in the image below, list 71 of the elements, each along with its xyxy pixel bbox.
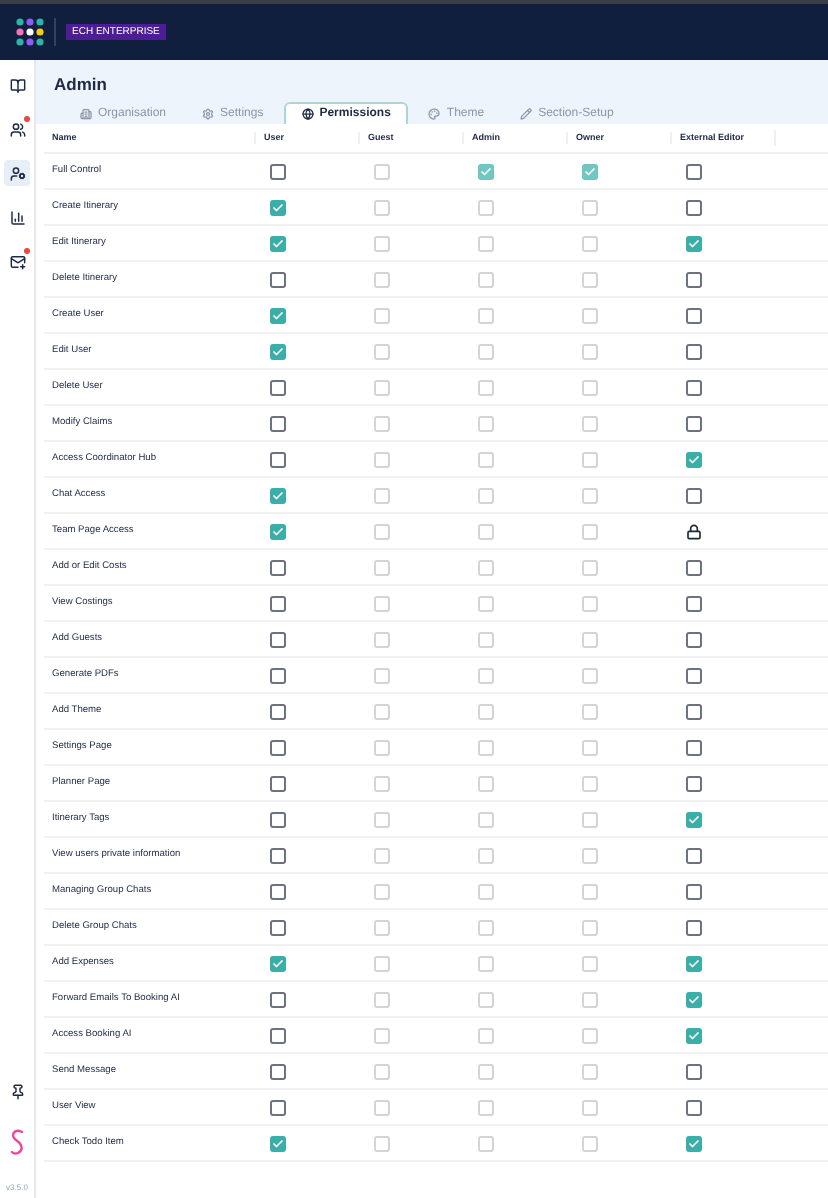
checkbox[interactable] [686, 631, 702, 647]
checkbox[interactable] [686, 307, 702, 323]
pencil-icon [520, 107, 533, 119]
checkbox[interactable] [270, 559, 286, 575]
checkbox[interactable] [686, 1027, 702, 1043]
checkbox[interactable] [686, 703, 702, 719]
checkbox[interactable] [270, 955, 286, 971]
checkbox[interactable] [270, 487, 286, 503]
checkbox[interactable] [686, 1135, 702, 1151]
checkbox[interactable] [686, 991, 702, 1007]
checkbox[interactable] [270, 883, 286, 899]
checkbox[interactable] [686, 955, 702, 971]
checkbox[interactable] [270, 1099, 286, 1115]
mail-plus-icon [9, 253, 25, 269]
checkbox[interactable] [270, 199, 286, 215]
checkbox[interactable] [686, 199, 702, 215]
checkbox[interactable] [270, 1135, 286, 1151]
checkbox[interactable] [270, 271, 286, 287]
checkbox[interactable] [270, 307, 286, 323]
checkbox[interactable] [270, 811, 286, 827]
checkbox[interactable] [686, 1099, 702, 1115]
checkbox[interactable] [270, 343, 286, 359]
checkbox[interactable] [686, 379, 702, 395]
globe-icon [301, 108, 314, 120]
page-title: Admin [52, 72, 109, 98]
checkbox[interactable] [270, 595, 286, 611]
checkbox[interactable] [686, 595, 702, 611]
palette-icon [428, 107, 441, 119]
checkbox[interactable] [270, 919, 286, 935]
checkbox[interactable] [686, 811, 702, 827]
lock-icon [686, 523, 702, 539]
checkbox[interactable] [686, 235, 702, 251]
checkbox[interactable] [686, 919, 702, 935]
checkbox[interactable] [270, 667, 286, 683]
building-icon [80, 107, 92, 119]
checkbox[interactable] [686, 667, 702, 683]
checkbox[interactable] [270, 523, 286, 539]
checkbox[interactable] [686, 559, 702, 575]
checkbox[interactable] [686, 775, 702, 791]
checkbox[interactable] [270, 451, 286, 467]
checkbox[interactable] [686, 163, 702, 179]
checkbox[interactable] [686, 1063, 702, 1079]
checkbox[interactable] [270, 415, 286, 431]
checkbox[interactable] [270, 703, 286, 719]
logo-icon [16, 18, 44, 46]
brand-logo-icon [9, 1128, 25, 1156]
checkbox[interactable] [686, 847, 702, 863]
bar-chart-icon [9, 209, 25, 225]
checkbox[interactable] [270, 847, 286, 863]
sidebar-item[interactable] [4, 160, 30, 186]
settings-icon [202, 107, 215, 119]
checkbox[interactable] [686, 415, 702, 431]
checkbox[interactable] [270, 379, 286, 395]
checkbox[interactable] [270, 1063, 286, 1079]
checkbox[interactable] [270, 631, 286, 647]
checkbox[interactable] [270, 739, 286, 755]
pin-icon[interactable] [9, 1084, 25, 1100]
checkbox[interactable] [686, 487, 702, 503]
checkbox[interactable] [270, 235, 286, 251]
user-gear-icon [9, 165, 25, 181]
checkbox[interactable] [686, 451, 702, 467]
checkbox[interactable] [270, 1027, 286, 1043]
checkbox[interactable] [270, 991, 286, 1007]
checkbox[interactable] [270, 775, 286, 791]
book-icon [9, 77, 25, 93]
checkbox[interactable] [686, 739, 702, 755]
checkbox[interactable] [686, 883, 702, 899]
checkbox[interactable] [270, 163, 286, 179]
users-icon [9, 121, 25, 137]
checkbox[interactable] [686, 271, 702, 287]
checkbox[interactable] [686, 343, 702, 359]
